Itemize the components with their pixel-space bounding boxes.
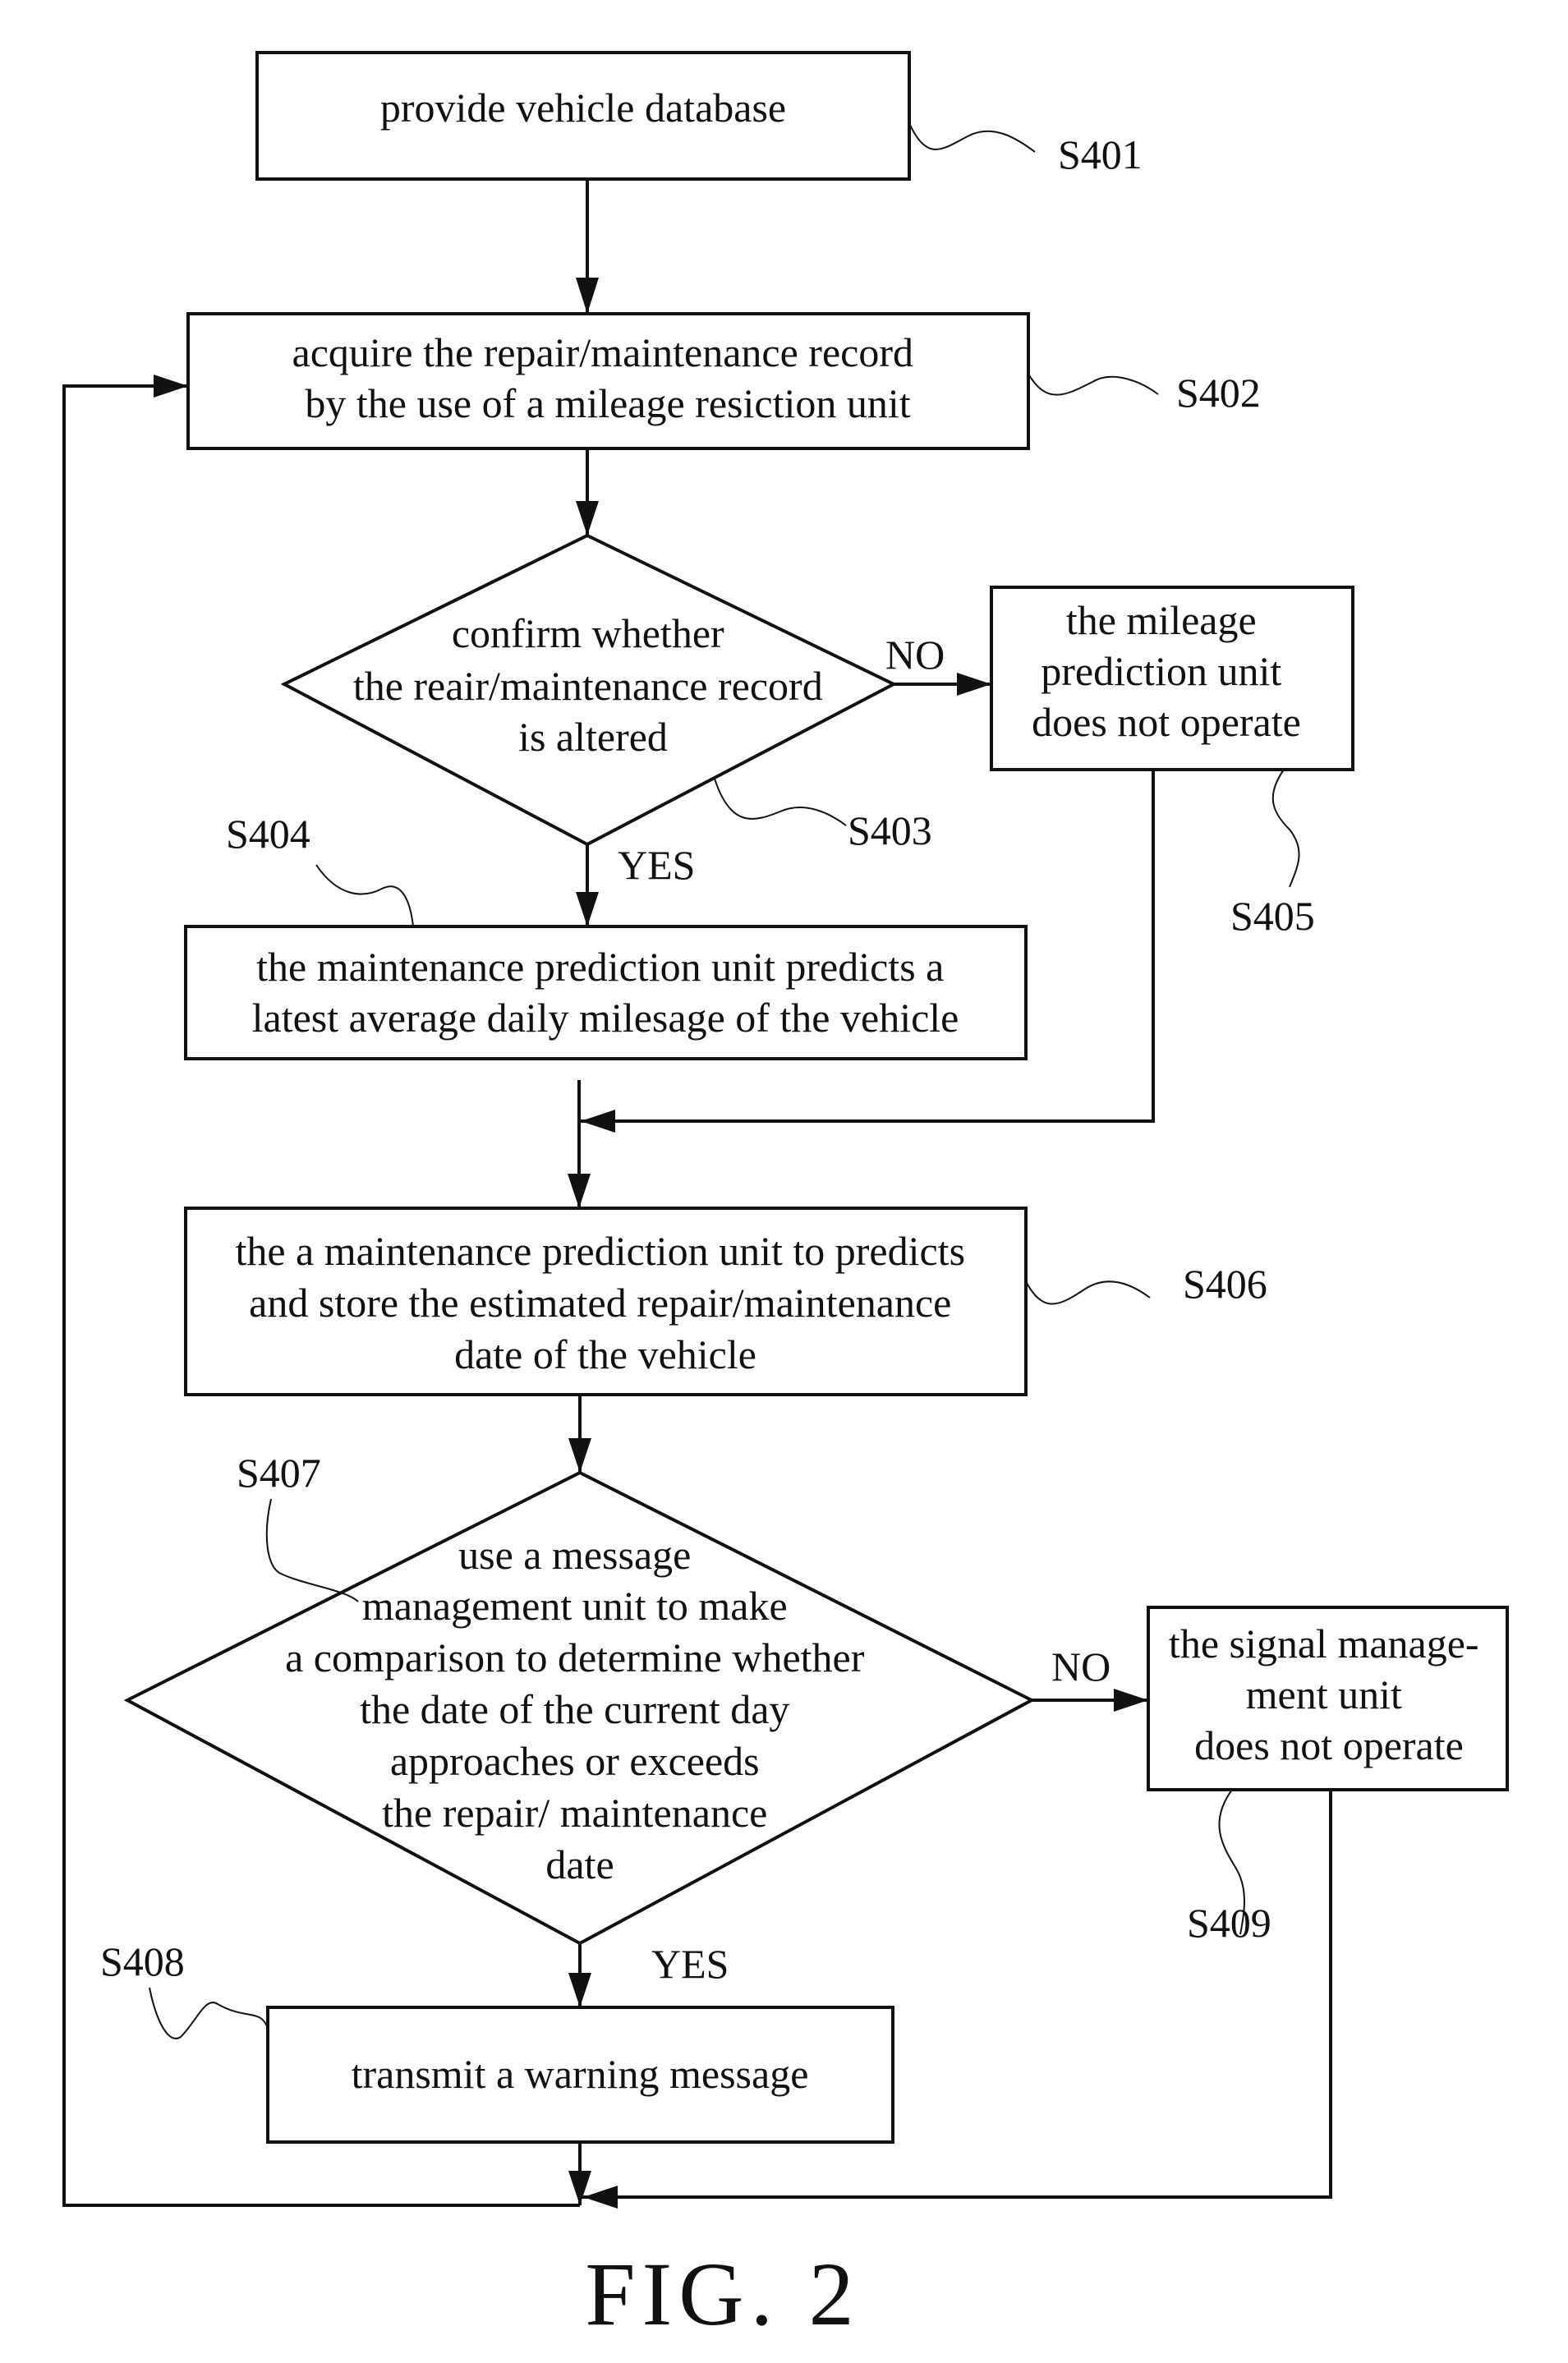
step-s408-text: transmit a warning message [352, 2051, 809, 2097]
step-s404-text-line: latest average daily milesage of the veh… [252, 995, 959, 1041]
branch-label-s403-yes: YES [618, 842, 695, 888]
step-s406-text-line: date of the vehicle [454, 1331, 756, 1377]
leader-line-s407 [265, 1498, 359, 1602]
arrowhead-icon [568, 2171, 591, 2205]
step-s404-text-line: the maintenance prediction unit predicts… [256, 944, 944, 990]
step-label-s406: S406 [1183, 1261, 1267, 1307]
step-s406-text-line: and store the estimated repair/maintenan… [249, 1280, 951, 1326]
leader-line-s404 [315, 864, 414, 927]
step-s407-text-line: date [545, 1841, 614, 1887]
leader-line-s403 [714, 778, 847, 826]
step-s403-text-line: is altered [518, 714, 668, 760]
step-s407-text-line: use a message [458, 1532, 691, 1578]
arrowhead-icon [1114, 1689, 1148, 1712]
arrowhead-icon [154, 375, 188, 398]
step-s407-text-line: management unit to make [362, 1583, 788, 1629]
figure-caption: FIG. 2 [585, 2244, 860, 2344]
step-s405-text-line: prediction unit [1041, 648, 1281, 694]
svg-text:transmit a warning message: transmit a warning message [352, 2051, 809, 2097]
step-s409-text-line: does not operate [1194, 1722, 1464, 1768]
svg-text:the mileage prediction uni: the mileage prediction unit does not ope… [1032, 597, 1301, 745]
arrowhead-icon [583, 2186, 618, 2209]
step-label-s408: S408 [100, 1938, 185, 1984]
leader-line-s405 [1271, 769, 1300, 888]
step-s405-text-line: the mileage [1066, 597, 1257, 643]
step-s401-text: provide vehicle database [380, 85, 786, 131]
branch-label-s407-no: NO [1051, 1644, 1110, 1689]
arrowhead-icon [576, 501, 599, 536]
step-s406-text-line: the a maintenance prediction unit to pre… [235, 1228, 965, 1274]
leader-line-s401 [908, 122, 1036, 153]
step-s407-text-line: a comparison to determine whether [285, 1634, 865, 1680]
step-s403-text-line: the reair/maintenance record [353, 663, 823, 709]
arrowhead-icon [568, 1438, 591, 1473]
step-label-s407: S407 [237, 1450, 321, 1496]
step-s409-text-line: ment unit [1246, 1671, 1402, 1717]
step-label-s401: S401 [1058, 131, 1143, 177]
step-s407-text-line: approaches or exceeds [390, 1738, 760, 1784]
arrowhead-icon [568, 1174, 591, 1208]
step-s409-text-line: the signal manage- [1169, 1621, 1479, 1667]
step-s405-text-line: does not operate [1032, 699, 1301, 745]
svg-text:provide vehicle database: provide vehicle database [380, 85, 786, 131]
arrowhead-icon [957, 673, 991, 696]
step-label-s402: S402 [1176, 370, 1261, 416]
step-label-s409: S409 [1187, 1900, 1271, 1946]
branch-label-s403-no: NO [885, 632, 945, 678]
leader-line-s406 [1025, 1280, 1151, 1305]
step-s407-text-line: the repair/ maintenance [382, 1790, 767, 1836]
step-s402-text-line: acquire the repair/maintenance record [292, 329, 914, 375]
flowchart: provide vehicle database acquire the rep… [62, 51, 1509, 2344]
step-s407-text-line: the date of the current day [360, 1686, 789, 1732]
arrowhead-icon [576, 892, 599, 926]
leader-line-s402 [1028, 373, 1159, 396]
leader-line-s408 [149, 1987, 269, 2039]
branch-label-s407-yes: YES [651, 1941, 729, 1987]
arrowhead-icon [581, 1110, 615, 1133]
step-s403-text-line: confirm whether [452, 610, 724, 656]
arrowhead-icon [576, 278, 599, 314]
step-label-s404: S404 [226, 811, 310, 857]
step-label-s403: S403 [848, 807, 932, 853]
step-label-s405: S405 [1230, 893, 1315, 939]
step-s402-text-line: by the use of a mileage resiction unit [305, 380, 910, 426]
arrowhead-icon [568, 1973, 591, 2007]
